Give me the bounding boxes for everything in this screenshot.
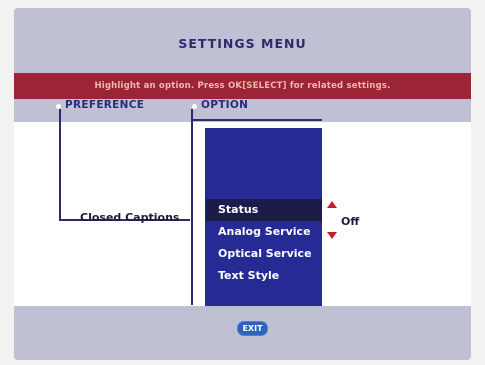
option-analog-service[interactable]: Analog Service [206,221,322,243]
status-value: Off [341,215,360,228]
preference-closed-captions[interactable]: Closed Captions [80,211,179,224]
preference-header: PREFERENCE [65,99,145,111]
arrow-down-icon[interactable] [327,232,337,239]
option-optical-service[interactable]: Optical Service [206,243,322,265]
option-connector-vertical [191,109,193,305]
option-header: OPTION [201,99,249,111]
exit-button[interactable]: EXIT [238,322,267,335]
option-text-style[interactable]: Text Style [206,265,322,287]
arrow-up-icon[interactable] [327,201,337,208]
settings-screen: SETTINGS MENU Highlight an option. Press… [14,8,471,360]
menu-title: SETTINGS MENU [178,36,307,51]
option-connector-top [191,119,322,121]
preference-connector-vertical [59,109,61,221]
hint-bar: Highlight an option. Press OK[SELECT] fo… [14,73,471,99]
option-status[interactable]: Status [206,199,322,221]
